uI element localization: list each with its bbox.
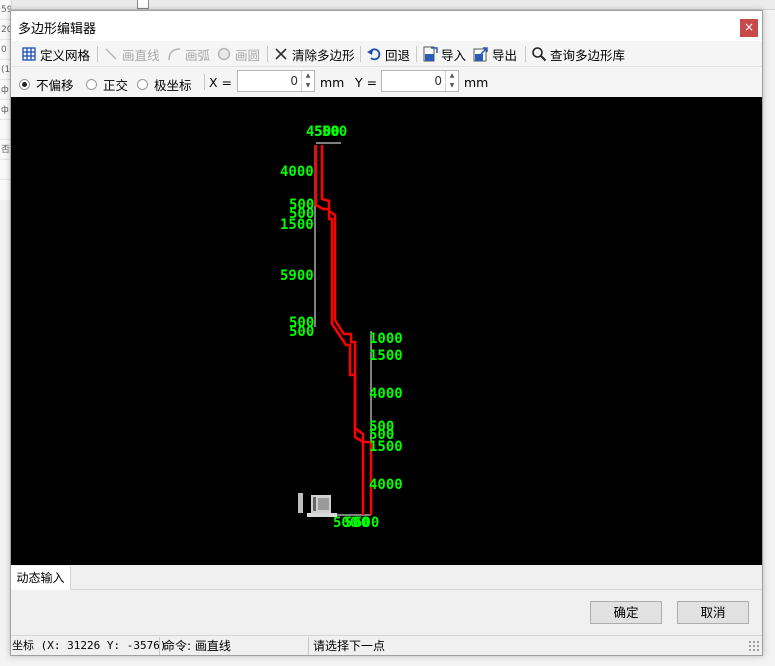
background-checkbox: [137, 0, 149, 9]
x-icon: [273, 46, 289, 62]
left-dim-label: 4000: [280, 164, 314, 180]
dynamic-input-tab[interactable]: 动态输入: [11, 566, 71, 590]
draw-line-label: 画直线: [122, 47, 160, 63]
query-polygon-library-button[interactable]: 查询多边形库: [531, 45, 625, 63]
x-value: 0: [290, 74, 298, 88]
left-dim-label: 5900: [280, 268, 314, 284]
import-icon: [422, 46, 438, 62]
right-dim-label: 1000: [369, 331, 403, 347]
import-button[interactable]: 导入: [422, 45, 466, 63]
right-dim-label: 4000: [369, 477, 403, 493]
undo-label: 回退: [385, 47, 411, 63]
y-label: Y =: [355, 75, 378, 90]
radio-orthogonal-label: 正交: [103, 78, 129, 93]
status-separator: [159, 637, 160, 655]
search-icon: [531, 46, 547, 62]
grid-icon: [21, 46, 37, 62]
toolbar-separator: [525, 46, 526, 62]
cancel-button[interactable]: 取消: [677, 601, 749, 624]
define-grid-button[interactable]: 定义网格: [21, 45, 90, 63]
query-polygon-library-label: 查询多边形库: [550, 47, 626, 63]
draw-circle-label: 画圆: [235, 47, 261, 63]
radio-polar-label: 极坐标: [154, 78, 192, 93]
arc-icon: [166, 46, 182, 62]
define-grid-label: 定义网格: [40, 47, 91, 63]
draw-circle-button[interactable]: 画圆: [216, 45, 260, 63]
export-button[interactable]: 导出: [473, 45, 517, 63]
status-coordinates: 坐标 (X: 31226 Y: -3576): [12, 639, 167, 652]
radio-no-offset-label: 不偏移: [36, 78, 74, 93]
left-dim-label: 1500: [280, 217, 314, 233]
radio-polar[interactable]: 极坐标: [137, 75, 192, 94]
draw-line-button[interactable]: 画直线: [103, 45, 160, 63]
status-separator: [308, 637, 309, 655]
drawing-canvas[interactable]: 4500 500 500 4000 500 500 1500 5900 500 …: [11, 97, 762, 565]
right-dim-label: 4000: [369, 386, 403, 402]
y-spin-arrows[interactable]: ▲ ▼: [445, 71, 458, 91]
origin-marker-icon: [298, 493, 337, 517]
draw-arc-button[interactable]: 画弧: [166, 45, 210, 63]
polygon-outline: [314, 145, 373, 515]
polygon-editor-dialog: 多边形编辑器 × 定义网格 画直线 画弧 画圆 清除多边形 回退 导入 导出 查…: [10, 10, 763, 656]
radio-dot-selected: [19, 79, 30, 90]
dynamic-input-tabbar: 动态输入: [11, 566, 762, 590]
clear-polygon-label: 清除多边形: [292, 47, 355, 63]
dimension-labels: 4500 500 500 4000 500 500 1500 5900 500 …: [280, 124, 403, 531]
draw-arc-label: 画弧: [185, 47, 211, 63]
toolbar-separator: [416, 46, 417, 62]
radio-dot: [137, 79, 148, 90]
export-icon: [473, 46, 489, 62]
top-dim-label: 500: [322, 124, 347, 140]
right-dim-label: 1500: [369, 439, 403, 455]
ok-button[interactable]: 确定: [590, 601, 662, 624]
dialog-titlebar[interactable]: 多边形编辑器 ×: [11, 11, 762, 41]
resize-grip-icon[interactable]: [748, 640, 760, 652]
bottom-dim-label: 500: [354, 515, 379, 531]
undo-button[interactable]: 回退: [366, 45, 410, 63]
x-spin-arrows[interactable]: ▲ ▼: [301, 71, 314, 91]
radio-orthogonal[interactable]: 正交: [86, 75, 128, 94]
x-unit: mm: [320, 75, 345, 90]
radio-no-offset[interactable]: 不偏移: [19, 75, 74, 94]
radio-dot: [86, 79, 97, 90]
x-input[interactable]: 0 ▲ ▼: [237, 70, 315, 92]
x-label: X =: [209, 75, 233, 90]
dialog-title: 多边形编辑器: [18, 22, 97, 37]
toolbar-separator: [360, 46, 361, 62]
circle-icon: [216, 46, 232, 62]
export-label: 导出: [492, 47, 518, 63]
close-button[interactable]: ×: [740, 19, 758, 37]
status-prompt: 请选择下一点: [313, 639, 386, 653]
right-dim-label: 1500: [369, 348, 403, 364]
y-input[interactable]: 0 ▲ ▼: [381, 70, 459, 92]
line-icon: [103, 46, 119, 62]
toolbar-separator: [97, 46, 98, 62]
clear-polygon-button[interactable]: 清除多边形: [273, 45, 355, 63]
options-bar: 不偏移 正交 极坐标 X = 0 ▲ ▼ mm Y = 0 ▲ ▼ mm: [11, 67, 762, 97]
toolbar-separator: [267, 46, 268, 62]
polygon-drawing: 4500 500 500 4000 500 500 1500 5900 500 …: [280, 124, 403, 531]
undo-icon: [366, 46, 382, 62]
toolbar: 定义网格 画直线 画弧 画圆 清除多边形 回退 导入 导出 查询多边形库: [11, 41, 762, 67]
left-dim-label: 500: [289, 324, 314, 340]
import-label: 导入: [441, 47, 467, 63]
y-unit: mm: [464, 75, 489, 90]
options-separator: [204, 74, 205, 90]
background-toolbar: [12, 0, 775, 10]
status-command: 命令: 画直线: [163, 639, 231, 653]
y-value: 0: [434, 74, 442, 88]
status-bar: 坐标 (X: 31226 Y: -3576) 命令: 画直线 请选择下一点: [11, 635, 762, 655]
